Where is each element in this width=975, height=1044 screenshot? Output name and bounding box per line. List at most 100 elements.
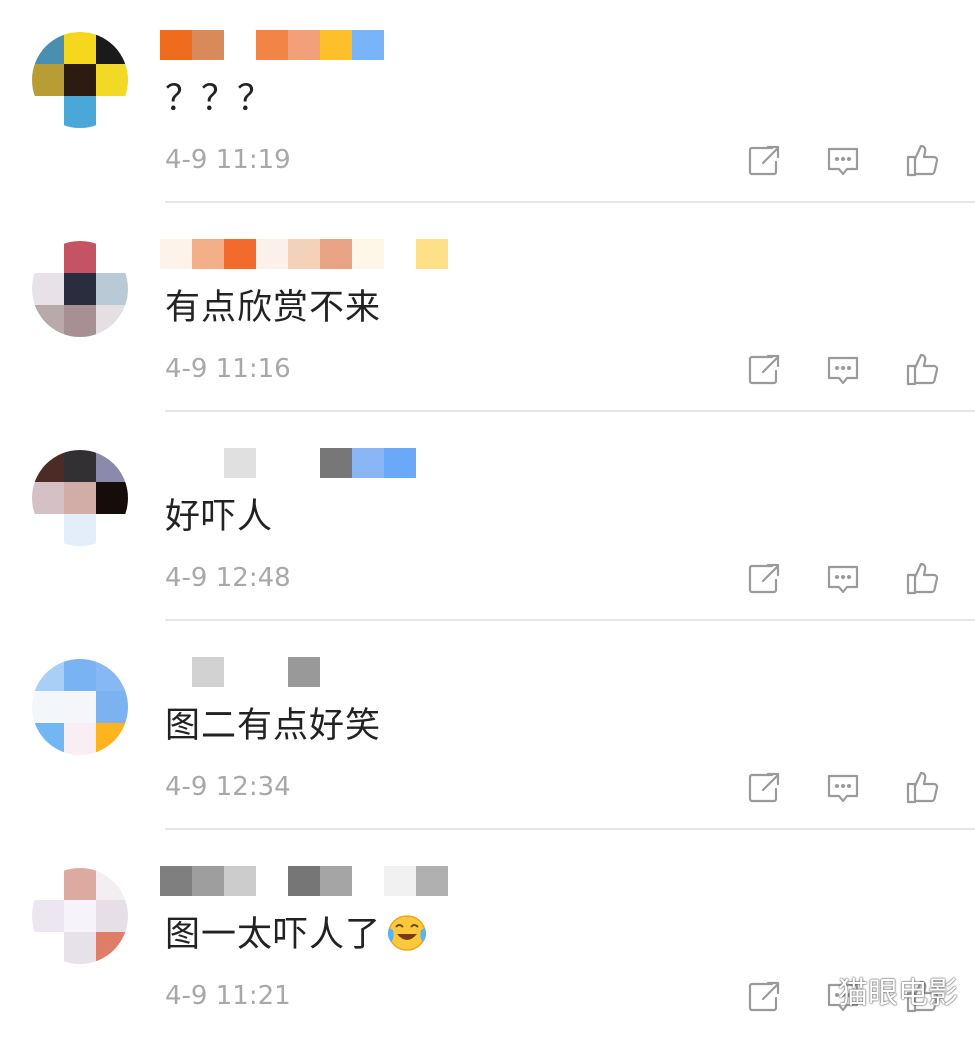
- username-mosaic-pixel: [160, 657, 192, 687]
- username-mosaic-pixel: [160, 866, 192, 896]
- username-mosaic[interactable]: [160, 866, 448, 896]
- username-mosaic-pixel: [384, 239, 416, 269]
- share-icon: [744, 976, 784, 1016]
- reply-button[interactable]: [823, 767, 863, 807]
- username-mosaic-pixel: [288, 239, 320, 269]
- divider: [165, 619, 975, 621]
- share-button[interactable]: [744, 976, 784, 1016]
- username-mosaic-pixel: [352, 448, 384, 478]
- like-button[interactable]: [903, 767, 943, 807]
- reply-button[interactable]: [823, 140, 863, 180]
- username-mosaic-pixel: [320, 239, 352, 269]
- avatar-mosaic-pixel: [96, 868, 128, 900]
- share-button[interactable]: [744, 558, 784, 598]
- share-button[interactable]: [744, 140, 784, 180]
- share-button[interactable]: [744, 767, 784, 807]
- thumbs-up-icon: [903, 140, 943, 180]
- comment-text-content: 图二有点好笑: [165, 706, 382, 746]
- avatar[interactable]: [32, 450, 128, 546]
- comment-timestamp: 4-9 12:48: [165, 563, 291, 593]
- avatar-mosaic-pixel: [64, 96, 96, 128]
- username-mosaic-pixel: [288, 448, 320, 478]
- comment-text: 有点欣赏不来: [165, 279, 381, 330]
- avatar-mosaic-pixel: [64, 241, 96, 273]
- avatar[interactable]: [32, 241, 128, 337]
- avatar-mosaic-pixel: [64, 691, 96, 723]
- avatar-mosaic-pixel: [96, 932, 128, 964]
- comment-timestamp: 4-9 11:21: [165, 981, 291, 1011]
- reply-button[interactable]: [823, 558, 863, 598]
- avatar[interactable]: [32, 868, 128, 964]
- avatar-mosaic-pixel: [96, 273, 128, 305]
- avatar[interactable]: [32, 659, 128, 755]
- username-mosaic-pixel: [320, 448, 352, 478]
- avatar-mosaic-pixel: [32, 450, 64, 482]
- divider: [165, 410, 975, 412]
- comment-icon: [823, 558, 863, 598]
- avatar-mosaic-pixel: [64, 273, 96, 305]
- username-mosaic-pixel: [192, 30, 224, 60]
- avatar-mosaic-pixel: [32, 868, 64, 900]
- avatar-mosaic-pixel: [32, 659, 64, 691]
- avatar-mosaic-pixel: [96, 305, 128, 337]
- username-mosaic-pixel: [384, 866, 416, 896]
- username-mosaic-pixel: [416, 866, 448, 896]
- avatar-mosaic-pixel: [32, 691, 64, 723]
- avatar-mosaic-pixel: [64, 932, 96, 964]
- username-mosaic-pixel: [160, 30, 192, 60]
- username-mosaic-pixel: [256, 657, 288, 687]
- username-mosaic-pixel: [288, 30, 320, 60]
- username-mosaic-pixel: [320, 30, 352, 60]
- comment-icon: [823, 767, 863, 807]
- username-mosaic-pixel: [384, 448, 416, 478]
- username-mosaic-pixel: [224, 866, 256, 896]
- share-icon: [744, 349, 784, 389]
- username-mosaic[interactable]: [160, 657, 320, 687]
- like-button[interactable]: [903, 140, 943, 180]
- like-button[interactable]: [903, 558, 943, 598]
- avatar-mosaic-pixel: [96, 900, 128, 932]
- username-mosaic-pixel: [192, 657, 224, 687]
- username-mosaic-pixel: [256, 239, 288, 269]
- comment-timestamp: 4-9 11:19: [165, 145, 291, 175]
- share-icon: [744, 140, 784, 180]
- comment-timestamp: 4-9 12:34: [165, 772, 291, 802]
- avatar-mosaic-pixel: [96, 482, 128, 514]
- avatar-mosaic-pixel: [96, 450, 128, 482]
- username-mosaic[interactable]: [160, 239, 448, 269]
- avatar-mosaic-pixel: [32, 514, 64, 546]
- username-mosaic-pixel: [256, 30, 288, 60]
- username-mosaic-pixel: [224, 239, 256, 269]
- avatar-mosaic-pixel: [32, 32, 64, 64]
- share-icon: [744, 558, 784, 598]
- avatar-mosaic-pixel: [64, 723, 96, 755]
- avatar-mosaic-pixel: [96, 514, 128, 546]
- username-mosaic[interactable]: [160, 30, 384, 60]
- thumbs-up-icon: [903, 767, 943, 807]
- divider: [165, 201, 975, 203]
- share-button[interactable]: [744, 349, 784, 389]
- avatar[interactable]: [32, 32, 128, 128]
- avatar-mosaic-pixel: [96, 32, 128, 64]
- username-mosaic-pixel: [352, 239, 384, 269]
- reply-button[interactable]: [823, 349, 863, 389]
- avatar-mosaic-pixel: [32, 305, 64, 337]
- username-mosaic-pixel: [288, 866, 320, 896]
- thumbs-up-icon: [903, 349, 943, 389]
- watermark: 猫眼电影: [838, 976, 958, 1011]
- avatar-mosaic-pixel: [64, 868, 96, 900]
- comment-text-content: 图一太吓人了: [165, 915, 382, 955]
- username-mosaic-pixel: [320, 866, 352, 896]
- comment-item: 图一太吓人了 4-9 11:21: [0, 836, 975, 1044]
- comment-text-content: 好吓人: [165, 497, 274, 537]
- comment-text: 图一太吓人了: [165, 906, 429, 957]
- avatar-mosaic-pixel: [64, 305, 96, 337]
- avatar-mosaic-pixel: [32, 932, 64, 964]
- like-button[interactable]: [903, 349, 943, 389]
- avatar-mosaic-pixel: [96, 241, 128, 273]
- avatar-mosaic-pixel: [96, 659, 128, 691]
- comment-item: 好吓人 4-9 12:48: [0, 418, 975, 626]
- username-mosaic-pixel: [192, 448, 224, 478]
- username-mosaic[interactable]: [160, 448, 416, 478]
- avatar-mosaic-pixel: [64, 659, 96, 691]
